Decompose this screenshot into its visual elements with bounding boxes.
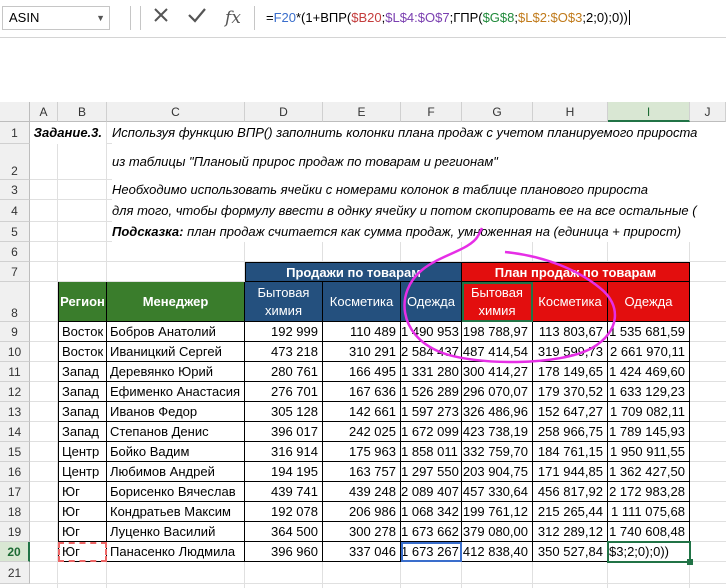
annotation-loop: [403, 235, 617, 364]
annotation-tail: [476, 227, 484, 237]
annotation-overlay: [403, 227, 617, 364]
